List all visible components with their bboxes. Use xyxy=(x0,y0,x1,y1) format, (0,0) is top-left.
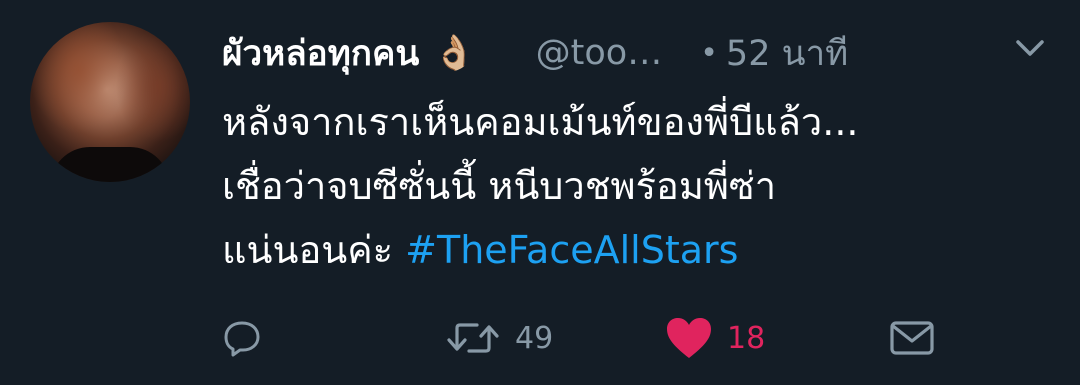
retweet-icon xyxy=(447,323,499,353)
tweet-card[interactable]: ผัวหล่อทุกคน 👌🏼 @too… • 52 นาที หลังจากเ… xyxy=(0,0,1080,385)
timestamp[interactable]: 52 นาที xyxy=(726,26,848,81)
display-name[interactable]: ผัวหล่อทุกคน xyxy=(222,26,419,81)
tweet-text: หลังจากเราเห็นคอมเม้นท์ของพี่บีแล้ว... เ… xyxy=(222,90,1052,282)
tweet-text-line-3: แน่นอนค่ะ #TheFaceAllStars xyxy=(222,218,1052,282)
tweet-text-line-1: หลังจากเราเห็นคอมเม้นท์ของพี่บีแล้ว... xyxy=(222,100,859,144)
retweet-button[interactable]: 49 xyxy=(445,308,553,368)
user-handle[interactable]: @too… xyxy=(536,33,663,73)
tweet-menu-button[interactable] xyxy=(1010,30,1050,66)
ok-hand-emoji-icon: 👌🏼 xyxy=(433,33,476,73)
like-button[interactable]: 18 xyxy=(665,308,765,368)
tweet-text-line-3-text: แน่นอนค่ะ xyxy=(222,228,406,272)
direct-message-button[interactable] xyxy=(888,308,936,368)
reply-icon xyxy=(224,321,260,357)
separator-dot: • xyxy=(700,35,718,71)
tweet-header: ผัวหล่อทุกคน 👌🏼 @too… • 52 นาที xyxy=(222,28,848,78)
reply-button[interactable] xyxy=(222,308,262,368)
tweet-text-line-2: เชื่อว่าจบซีซั่นนี้ หนีบวชพร้อมพี่ซ่า xyxy=(222,164,777,208)
heart-icon xyxy=(667,318,711,358)
retweet-count: 49 xyxy=(515,320,554,356)
tweet-actions: 49 18 xyxy=(0,308,1080,368)
direct-message-icon xyxy=(890,321,934,355)
hashtag-link[interactable]: #TheFaceAllStars xyxy=(405,228,738,272)
chevron-down-icon xyxy=(1016,40,1044,56)
avatar[interactable] xyxy=(30,22,190,182)
like-count: 18 xyxy=(727,320,766,356)
